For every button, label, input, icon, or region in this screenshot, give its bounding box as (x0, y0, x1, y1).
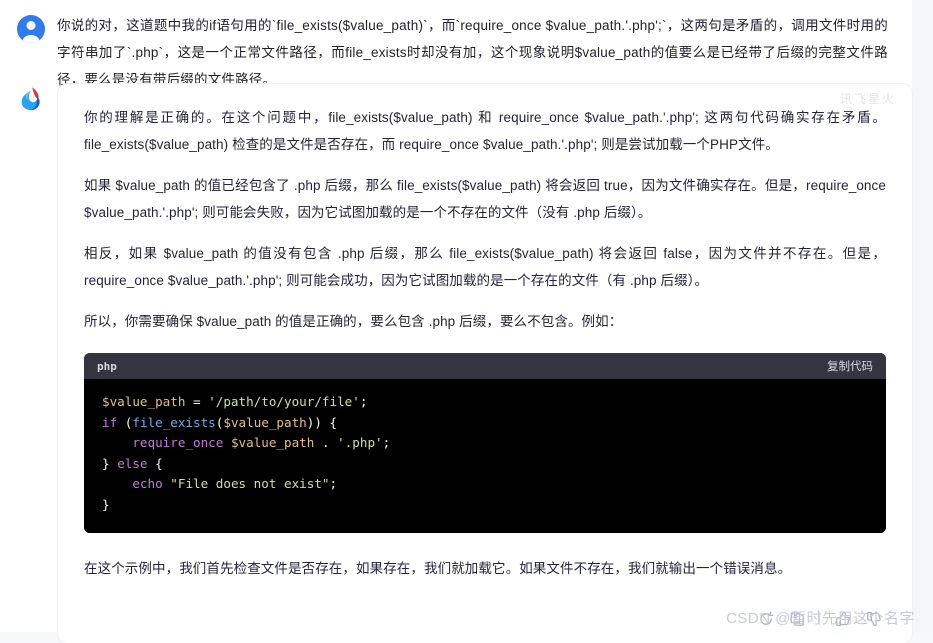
chat-page: 你说的对，这道题中我的if语句用的`file_exists($value_pat… (0, 0, 933, 643)
copy-code-button[interactable]: 复制代码 (827, 358, 873, 374)
code-block: php 复制代码 $value_path = '/path/to/your/fi… (84, 353, 886, 533)
assistant-paragraph-2: 如果 $value_path 的值已经包含了 .php 后缀，那么 file_e… (84, 178, 886, 220)
assistant-closing-paragraph: 在这个示例中，我们首先检查文件是否存在，如果存在，我们就加载它。如果文件不存在，… (84, 561, 792, 576)
assistant-paragraph-1: 你的理解是正确的。在这个问题中，file_exists($value_path)… (84, 110, 886, 152)
avatar-head-shape (26, 21, 36, 30)
code-language-label: php (97, 359, 117, 373)
code-block-header: php 复制代码 (84, 353, 886, 379)
assistant-paragraph-4: 所以，你需要确保 $value_path 的值是正确的，要么包含 .php 后缀… (84, 314, 623, 329)
spark-logo-icon (16, 84, 46, 114)
user-message-text: 你说的对，这道题中我的if语句用的`file_exists($value_pat… (57, 18, 888, 87)
assistant-paragraph-3: 相反，如果 $value_path 的值没有包含 .php 后缀，那么 file… (84, 246, 886, 288)
assistant-message-turn: 讯飞星火 你的理解是正确的。在这个问题中，file_exists($value_… (0, 84, 912, 643)
user-avatar (17, 15, 45, 43)
assistant-response-card: 讯飞星火 你的理解是正确的。在这个问题中，file_exists($value_… (58, 84, 912, 643)
code-block-content: $value_path = '/path/to/your/file'; if (… (84, 379, 886, 533)
user-message-turn: 你说的对，这道题中我的if语句用的`file_exists($value_pat… (0, 0, 912, 93)
csdn-watermark: CSDN @暂时先用这个名字 (726, 610, 915, 627)
spark-watermark: 讯飞星火 (839, 92, 896, 106)
page-right-gutter (912, 0, 933, 632)
avatar-body-shape (22, 35, 40, 43)
